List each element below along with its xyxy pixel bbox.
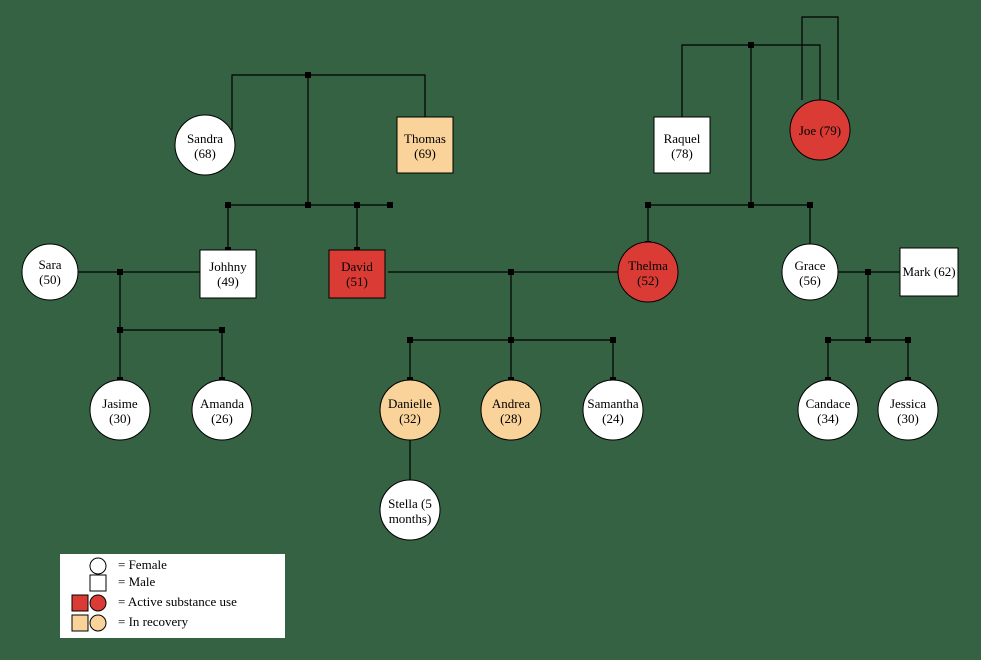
label-candace: Candace <box>806 396 851 411</box>
label-david: David <box>341 259 373 274</box>
age-danielle: (32) <box>399 411 421 426</box>
age-sara: (50) <box>39 272 61 287</box>
age-grace: (56) <box>799 273 821 288</box>
label-samantha: Samantha <box>587 396 638 411</box>
age-johnny: (49) <box>217 274 239 289</box>
legend-recovery: = In recovery <box>118 614 189 629</box>
age-andrea: (28) <box>500 411 522 426</box>
node-sara: Sara (50) <box>22 244 78 300</box>
legend-active: = Active substance use <box>118 594 237 609</box>
node-samantha: Samantha (24) <box>583 380 643 440</box>
age-raquel: (78) <box>671 146 693 161</box>
label-sara: Sara <box>38 257 61 272</box>
node-thelma: Thelma (52) <box>618 242 678 302</box>
node-stella: Stella (5 months) <box>380 480 440 540</box>
label-thomas: Thomas <box>404 131 446 146</box>
node-johnny: Johhny (49) <box>200 250 256 298</box>
label-raquel: Raquel <box>664 131 701 146</box>
node-amanda: Amanda (26) <box>192 380 252 440</box>
label-jessica: Jessica <box>890 396 926 411</box>
label-grace: Grace <box>794 258 825 273</box>
label-johnny: Johhny <box>209 259 247 274</box>
node-raquel: Raquel (78) <box>654 117 710 173</box>
node-david: David (51) <box>329 250 385 298</box>
legend-male: = Male <box>118 574 156 589</box>
node-thomas: Thomas (69) <box>397 117 453 173</box>
label-thelma: Thelma <box>628 258 668 273</box>
node-candace: Candace (34) <box>798 380 858 440</box>
node-danielle: Danielle (32) <box>380 380 440 440</box>
age-samantha: (24) <box>602 411 624 426</box>
node-mark: Mark (62) <box>900 248 958 296</box>
node-andrea: Andrea (28) <box>481 380 541 440</box>
label-andrea: Andrea <box>492 396 530 411</box>
label-amanda: Amanda <box>200 396 244 411</box>
age-thomas: (69) <box>414 146 436 161</box>
legend: = Female = Male = Active substance use =… <box>60 554 285 638</box>
node-jasime: Jasime (30) <box>90 380 150 440</box>
age-stella: months) <box>389 511 432 526</box>
node-sandra: Sandra (68) <box>175 115 235 175</box>
label-mark: Mark (62) <box>902 264 955 279</box>
node-joe: Joe (79) <box>790 100 850 160</box>
age-sandra: (68) <box>194 146 216 161</box>
age-amanda: (26) <box>211 411 233 426</box>
node-grace: Grace (56) <box>782 244 838 300</box>
age-jessica: (30) <box>897 411 919 426</box>
label-sandra: Sandra <box>187 131 223 146</box>
age-david: (51) <box>346 274 368 289</box>
node-jessica: Jessica (30) <box>878 380 938 440</box>
age-jasime: (30) <box>109 411 131 426</box>
legend-female: = Female <box>118 557 167 572</box>
label-danielle: Danielle <box>388 396 432 411</box>
label-jasime: Jasime <box>102 396 138 411</box>
label-stella: Stella (5 <box>388 496 432 511</box>
age-thelma: (52) <box>637 273 659 288</box>
label-joe: Joe (79) <box>799 123 841 138</box>
age-candace: (34) <box>817 411 839 426</box>
